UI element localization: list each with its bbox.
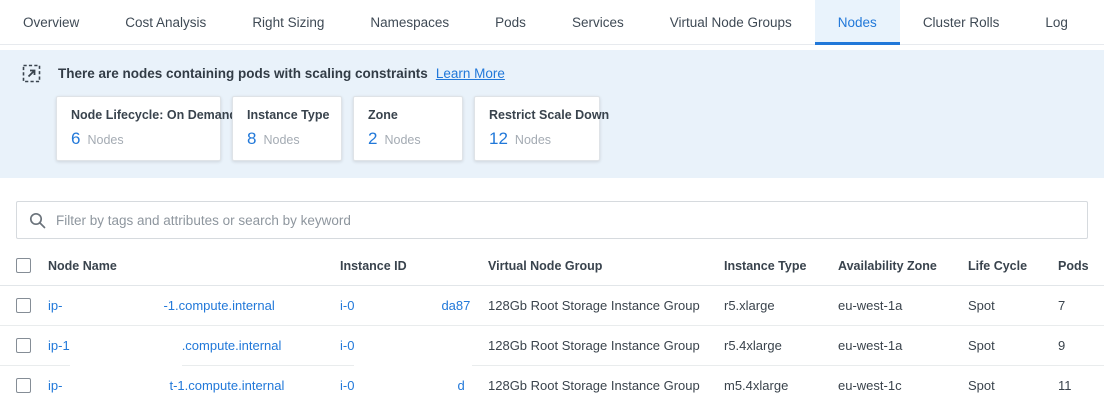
- card-title: Node Lifecycle: On Demand: [71, 108, 206, 122]
- row-checkbox[interactable]: [16, 378, 31, 393]
- card-title: Zone: [368, 108, 448, 122]
- tab-right-sizing[interactable]: Right Sizing: [229, 0, 347, 44]
- life-cycle-cell: Spot: [968, 338, 1058, 353]
- card-count: 12: [489, 129, 508, 149]
- learn-more-link[interactable]: Learn More: [436, 66, 505, 81]
- card-unit: Nodes: [515, 133, 551, 147]
- cluster-nodes-page: Overview Cost Analysis Right Sizing Name…: [0, 0, 1104, 404]
- column-header-instance-type[interactable]: Instance Type: [724, 259, 838, 273]
- node-name-link[interactable]: t-1.compute.internal: [169, 378, 284, 393]
- card-count: 6: [71, 129, 80, 149]
- card-unit: Nodes: [384, 133, 420, 147]
- node-name-link[interactable]: ip-: [48, 378, 62, 393]
- column-header-pods[interactable]: Pods: [1058, 259, 1104, 273]
- nodes-table: Node Name Instance ID Virtual Node Group…: [0, 246, 1104, 404]
- instance-id-link[interactable]: i-0: [340, 378, 354, 393]
- tab-nodes[interactable]: Nodes: [815, 0, 900, 44]
- node-name-link[interactable]: ip-: [48, 298, 62, 313]
- table-row: ip-t-1.compute.internal i-0 d 128Gb Root …: [0, 366, 1104, 404]
- instance-id-link[interactable]: d: [457, 378, 464, 393]
- table-header-row: Node Name Instance ID Virtual Node Group…: [0, 246, 1104, 286]
- tab-virtual-node-groups[interactable]: Virtual Node Groups: [647, 0, 815, 44]
- tab-services[interactable]: Services: [549, 0, 647, 44]
- redacted-text: [62, 295, 163, 317]
- tab-pods[interactable]: Pods: [472, 0, 549, 44]
- constraint-summary-cards: Node Lifecycle: On Demand 6 Nodes Instan…: [56, 96, 1088, 161]
- virtual-node-group-cell: 128Gb Root Storage Instance Group: [488, 338, 724, 353]
- card-title: Instance Type: [247, 108, 327, 122]
- instance-type-cell: r5.xlarge: [724, 298, 838, 313]
- redacted-text: [354, 295, 441, 317]
- node-name-link[interactable]: -1.compute.internal: [163, 298, 274, 313]
- redacted-text: [354, 375, 457, 404]
- column-header-node-name[interactable]: Node Name: [48, 259, 340, 273]
- column-header-virtual-node-group[interactable]: Virtual Node Group: [488, 259, 724, 273]
- card-title: Restrict Scale Down: [489, 108, 585, 122]
- availability-zone-cell: eu-west-1a: [838, 338, 968, 353]
- filter-search-box[interactable]: [16, 201, 1088, 239]
- instance-id-link[interactable]: da87: [441, 298, 470, 313]
- redacted-text: [354, 335, 472, 371]
- life-cycle-cell: Spot: [968, 378, 1058, 393]
- card-instance-type[interactable]: Instance Type 8 Nodes: [232, 96, 342, 161]
- card-node-lifecycle-on-demand[interactable]: Node Lifecycle: On Demand 6 Nodes: [56, 96, 221, 161]
- availability-zone-cell: eu-west-1c: [838, 378, 968, 393]
- instance-id-link[interactable]: i-0: [340, 338, 354, 353]
- card-unit: Nodes: [87, 133, 123, 147]
- tab-cost-analysis[interactable]: Cost Analysis: [102, 0, 229, 44]
- instance-id-link[interactable]: i-0: [340, 298, 354, 313]
- redacted-text: [62, 375, 169, 404]
- scaling-constraint-icon: [22, 64, 41, 83]
- tab-namespaces[interactable]: Namespaces: [347, 0, 472, 44]
- banner-message: There are nodes containing pods with sca…: [58, 66, 428, 81]
- column-header-life-cycle[interactable]: Life Cycle: [968, 259, 1058, 273]
- tab-overview[interactable]: Overview: [0, 0, 102, 44]
- select-all-checkbox[interactable]: [16, 258, 31, 273]
- table-row: ip-1 .compute.internal i-0 128Gb Root Sto…: [0, 326, 1104, 366]
- redacted-text: [70, 335, 182, 371]
- availability-zone-cell: eu-west-1a: [838, 298, 968, 313]
- virtual-node-group-cell: 128Gb Root Storage Instance Group: [488, 298, 724, 313]
- search-icon: [29, 212, 46, 229]
- table-row: ip- -1.compute.internal i-0 da87 128Gb Roo…: [0, 286, 1104, 326]
- search-input[interactable]: [56, 213, 1075, 228]
- card-count: 2: [368, 129, 377, 149]
- instance-type-cell: m5.4xlarge: [724, 378, 838, 393]
- tab-cluster-rolls[interactable]: Cluster Rolls: [900, 0, 1023, 44]
- card-restrict-scale-down[interactable]: Restrict Scale Down 12 Nodes: [474, 96, 600, 161]
- tab-bar: Overview Cost Analysis Right Sizing Name…: [0, 0, 1104, 45]
- tab-log[interactable]: Log: [1022, 0, 1091, 44]
- node-name-link[interactable]: ip-1: [48, 338, 70, 353]
- instance-type-cell: r5.4xlarge: [724, 338, 838, 353]
- life-cycle-cell: Spot: [968, 298, 1058, 313]
- card-count: 8: [247, 129, 256, 149]
- column-header-availability-zone[interactable]: Availability Zone: [838, 259, 968, 273]
- pods-cell: 9: [1058, 338, 1104, 353]
- card-zone[interactable]: Zone 2 Nodes: [353, 96, 463, 161]
- virtual-node-group-cell: 128Gb Root Storage Instance Group: [488, 378, 724, 393]
- row-checkbox[interactable]: [16, 338, 31, 353]
- node-name-link[interactable]: .compute.internal: [182, 338, 282, 353]
- pods-cell: 7: [1058, 298, 1104, 313]
- row-checkbox[interactable]: [16, 298, 31, 313]
- card-unit: Nodes: [263, 133, 299, 147]
- pods-cell: 11: [1058, 378, 1104, 393]
- column-header-instance-id[interactable]: Instance ID: [340, 259, 488, 273]
- scaling-constraints-banner: There are nodes containing pods with sca…: [0, 50, 1104, 178]
